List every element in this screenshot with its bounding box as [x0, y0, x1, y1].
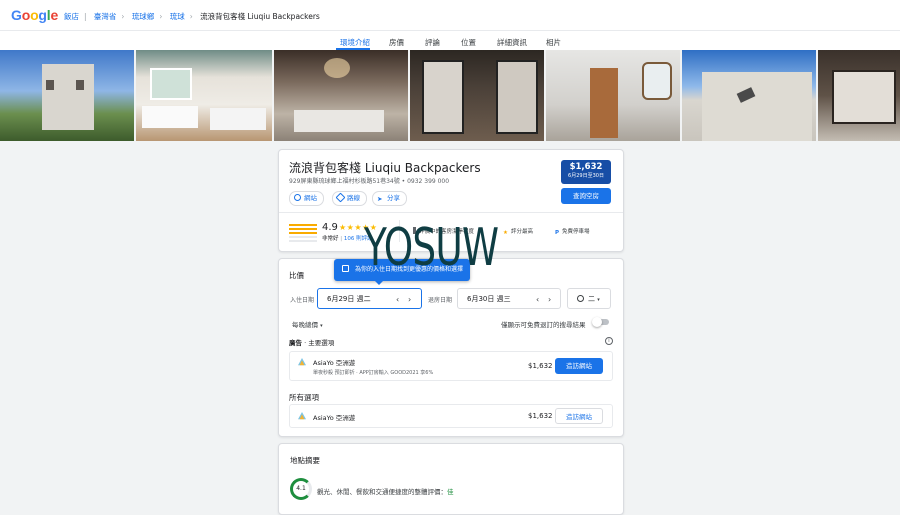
ad-visit-site-button[interactable]: 造訪網站	[555, 358, 603, 374]
card-divider	[279, 212, 623, 213]
location-score: 4.1	[290, 478, 312, 500]
rating-distribution	[289, 224, 317, 244]
checkout-value: 6月30日 週三	[467, 295, 511, 303]
tooltip-arrow	[375, 281, 383, 285]
hotel-photo-bunk-detail[interactable]	[818, 50, 900, 141]
hotel-photo-bathroom[interactable]	[274, 50, 408, 141]
parking-icon: P	[555, 230, 560, 236]
hotel-photo-bunk-room[interactable]	[410, 50, 544, 141]
tab-prices[interactable]: 房價	[389, 37, 404, 48]
all-offer-row[interactable]: AsiaYo 亞洲遊 $1,632 造訪網站	[289, 404, 613, 428]
all-options-heading: 所有選項	[289, 393, 319, 402]
medal-icon: ★	[503, 230, 508, 236]
free-cancel-toggle[interactable]	[592, 317, 609, 327]
hotel-photo-shower[interactable]	[546, 50, 680, 141]
feature-free-parking: P 免費停車場	[555, 229, 590, 236]
location-summary-card: 地點摘要 4.1 觀光、休閒、餐飲和交通便捷度的整體評價：佳	[278, 443, 624, 515]
free-cancel-label: 僅顯示可免費退訂的搜尋結果	[501, 321, 586, 329]
ad-provider-name: AsiaYo 亞洲遊	[313, 359, 356, 367]
breadcrumb-township[interactable]: 琉球鄉	[132, 12, 155, 21]
check-availability-button[interactable]: 查詢空房	[561, 188, 611, 204]
checkin-label: 入住日期	[290, 297, 315, 304]
website-chip[interactable]: 網站	[289, 191, 324, 206]
share-icon: ➤	[377, 195, 383, 203]
google-logo[interactable]: Google	[11, 7, 58, 23]
breadcrumb-current: 流浪背包客棧 Liuqiu Backpackers	[200, 12, 320, 21]
price-section-title: 比價	[289, 271, 304, 280]
tab-photos[interactable]: 相片	[546, 37, 561, 48]
chevron-down-icon: ▾	[320, 323, 323, 329]
calendar-icon	[342, 265, 349, 272]
prev-date-icon[interactable]: ‹	[396, 289, 399, 310]
price-dates: 6月29日至30日	[568, 173, 604, 179]
hotel-photo-exterior[interactable]	[0, 50, 134, 141]
tab-location[interactable]: 位置	[461, 37, 476, 48]
nightly-total-dropdown[interactable]: 每晚總價 ▾	[292, 319, 323, 329]
prev-date-icon[interactable]: ‹	[536, 289, 539, 310]
person-icon	[577, 295, 584, 302]
breadcrumb-province[interactable]: 臺灣省	[94, 12, 117, 21]
all-provider-name: AsiaYo 亞洲遊	[313, 414, 356, 422]
watermark-text: YOSUW	[364, 218, 499, 278]
breadcrumb: 飯店 | 臺灣省 › 琉球鄉 › 琉球 › 流浪背包客棧 Liuqiu Backpack…	[64, 12, 320, 21]
all-offer-price: $1,632	[528, 412, 553, 420]
location-title: 地點摘要	[290, 456, 320, 465]
hotel-photo-double-room[interactable]	[136, 50, 272, 141]
hotel-photo-wall-mural[interactable]	[682, 50, 816, 141]
globe-icon	[294, 194, 301, 201]
rating-value: 4.9	[322, 222, 338, 233]
ad-provider-detail: 單夜秒殺 預訂即折 · APP訂房輸入 GOOD2021 享6%	[313, 370, 434, 376]
checkout-date-field[interactable]: 6月30日 週三 ‹ ›	[457, 288, 561, 309]
share-chip[interactable]: ➤ 分享	[372, 191, 407, 206]
price-badge[interactable]: $1,632 6月29日至30日	[561, 160, 611, 184]
ads-heading: 廣告 · 主要選項	[289, 339, 335, 347]
location-description: 觀光、休閒、餐飲和交通便捷度的整體評價：佳	[317, 488, 454, 496]
tab-details[interactable]: 詳細資訊	[497, 37, 527, 48]
tab-reviews[interactable]: 評論	[425, 37, 440, 48]
top-bar: Google 飯店 | 臺灣省 › 琉球鄉 › 琉球 › 流浪背包客棧 Liuqiu B…	[0, 0, 900, 31]
info-icon[interactable]: i	[605, 337, 613, 345]
asiayo-logo-icon	[298, 358, 306, 366]
feature-top-rated: ★ 評分最高	[503, 229, 533, 236]
next-date-icon[interactable]: ›	[408, 289, 411, 310]
breadcrumb-hotels[interactable]: 飯店	[64, 12, 79, 21]
ad-offer-price: $1,632	[528, 362, 553, 370]
hotel-name: 流浪背包客棧 Liuqiu Backpackers	[289, 161, 481, 175]
asiayo-logo-icon	[298, 412, 306, 420]
hotel-address: 929屏東縣琉球鄉上福村杉板路51巷34號 • 0932 399 000	[289, 178, 450, 185]
price-value: $1,632	[569, 162, 603, 172]
all-visit-site-button[interactable]: 造訪網站	[555, 408, 603, 424]
checkin-date-field[interactable]: 6月29日 週二 ‹ ›	[317, 288, 422, 309]
photo-gallery[interactable]	[0, 50, 900, 141]
rating-label: 非常好	[322, 236, 339, 242]
checkin-value: 6月29日 週二	[327, 295, 371, 303]
directions-chip[interactable]: 路線	[332, 191, 367, 206]
breadcrumb-area[interactable]: 琉球	[170, 12, 185, 21]
checkout-label: 退房日期	[428, 297, 453, 304]
tab-overview[interactable]: 環境介紹	[340, 37, 370, 48]
next-date-icon[interactable]: ›	[548, 289, 551, 310]
price-comparison-card: 比價 為你的入住日期找到更優惠的價格和選擇 入住日期 6月29日 週二 ‹ › …	[278, 258, 624, 437]
guest-selector[interactable]: 二 ▾	[567, 288, 611, 309]
ad-offer-row[interactable]: AsiaYo 亞洲遊 單夜秒殺 預訂即折 · APP訂房輸入 GOOD2021 …	[289, 351, 613, 381]
section-tabs: 環境介紹 房價 評論 位置 詳細資訊 相片	[0, 31, 900, 50]
directions-icon	[335, 192, 346, 203]
